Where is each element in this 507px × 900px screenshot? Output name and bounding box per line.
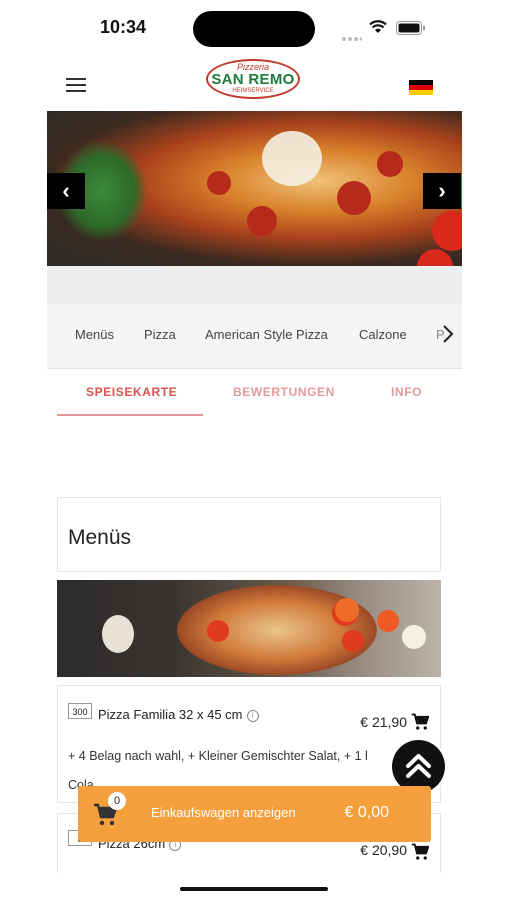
hero-image-carousel [47, 111, 462, 266]
view-cart-button[interactable]: 0 Einkaufswagen anzeigen € 0,00 [78, 786, 431, 842]
category-tab-pizza[interactable]: Pizza [144, 327, 176, 342]
german-flag-icon[interactable] [409, 80, 433, 95]
section-banner-image [57, 580, 441, 677]
info-icon[interactable]: i [246, 710, 259, 722]
carousel-next-button[interactable]: › [423, 173, 461, 209]
item-name-text: Pizza Familia 32 x 45 cm [98, 707, 243, 722]
category-tab-american-style-pizza[interactable]: American Style Pizza [205, 327, 328, 342]
chevron-left-icon: ‹ [62, 178, 70, 203]
category-tab-bar: Menüs Pizza American Style Pizza Calzone… [47, 304, 462, 369]
chevron-right-icon: › [438, 178, 446, 203]
category-scroll-right-icon[interactable] [441, 324, 455, 349]
item-name: Pizza Familia 32 x 45 cm i [98, 707, 259, 722]
item-price: € 21,90 [360, 714, 407, 730]
carousel-footer-strip [47, 266, 462, 304]
item-price: € 20,90 [360, 842, 407, 858]
tab-speisekarte[interactable]: SPEISEKARTE [86, 385, 177, 399]
section-title: Menüs [68, 526, 132, 549]
category-tab-menus[interactable]: Menüs [75, 327, 114, 342]
tab-bewertungen[interactable]: BEWERTUNGEN [233, 385, 335, 399]
dynamic-island [193, 11, 315, 47]
item-number-badge: 300 [68, 703, 92, 719]
cellular-icon [342, 29, 363, 47]
item-description-line-1: + 4 Belag nach wahl, + Kleiner Gemischte… [68, 749, 368, 763]
home-indicator [180, 887, 328, 891]
hamburger-menu-icon[interactable] [66, 78, 86, 92]
status-time: 10:34 [100, 17, 147, 37]
section-header-card: Menüs [57, 497, 441, 572]
add-to-cart-icon[interactable] [411, 713, 430, 731]
pizzeria-logo[interactable]: Pizzeria SAN REMO HEIMSERVICE [206, 59, 300, 99]
cart-count-badge: 0 [108, 792, 126, 810]
logo-line-2: SAN REMO [211, 71, 295, 88]
battery-icon [396, 21, 426, 40]
category-tab-calzone[interactable]: Calzone [359, 327, 407, 342]
wifi-icon [369, 20, 387, 39]
tab-info[interactable]: INFO [391, 385, 422, 399]
carousel-prev-button[interactable]: ‹ [47, 173, 85, 209]
active-tab-indicator [57, 414, 203, 416]
cart-total: € 0,00 [344, 804, 389, 821]
cart-label: Einkaufswagen anzeigen [151, 805, 296, 820]
add-to-cart-icon[interactable] [411, 843, 430, 861]
logo-line-3: HEIMSERVICE [232, 88, 274, 94]
